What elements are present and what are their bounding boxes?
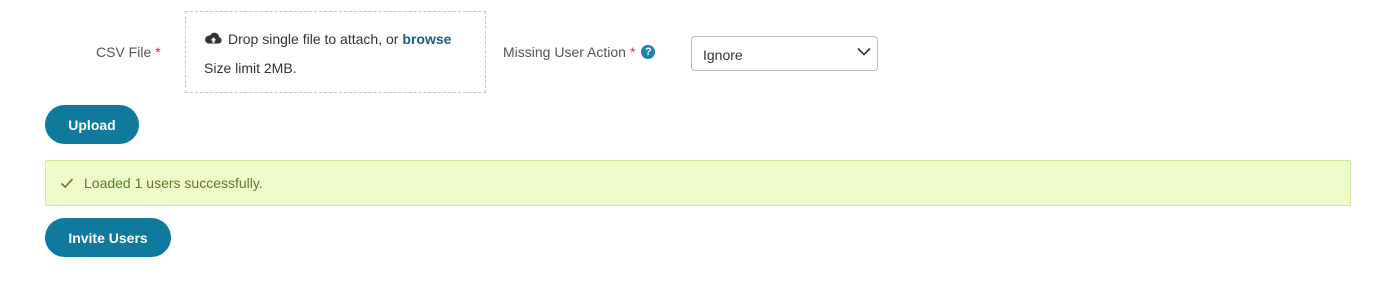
- cloud-upload-icon: [205, 32, 222, 44]
- required-asterisk: *: [629, 44, 636, 60]
- select-value: Ignore: [703, 47, 743, 63]
- missing-user-action-label-text: Missing User Action: [503, 44, 626, 60]
- dropzone-prompt-text: Drop single file to attach, or: [228, 31, 399, 47]
- browse-link[interactable]: browse: [402, 31, 451, 47]
- dropzone-prompt: Drop single file to attach, or browse: [204, 31, 451, 47]
- required-asterisk: *: [155, 44, 161, 60]
- missing-user-action-select[interactable]: Ignore: [691, 36, 878, 71]
- upload-button[interactable]: Upload: [45, 105, 139, 144]
- csv-file-label-text: CSV File: [96, 44, 152, 60]
- csv-file-dropzone[interactable]: Drop single file to attach, or browse Si…: [185, 11, 486, 93]
- csv-file-label: CSV File *: [96, 44, 161, 60]
- check-icon: [60, 178, 74, 189]
- alert-message: Loaded 1 users successfully.: [84, 175, 263, 191]
- success-alert: Loaded 1 users successfully.: [45, 160, 1351, 206]
- size-limit-text: Size limit 2MB.: [204, 60, 297, 76]
- question-circle-icon[interactable]: ?: [641, 45, 656, 59]
- missing-user-action-label: Missing User Action *?: [503, 44, 656, 60]
- invite-users-button[interactable]: Invite Users: [45, 218, 171, 257]
- chevron-down-icon: [857, 47, 871, 56]
